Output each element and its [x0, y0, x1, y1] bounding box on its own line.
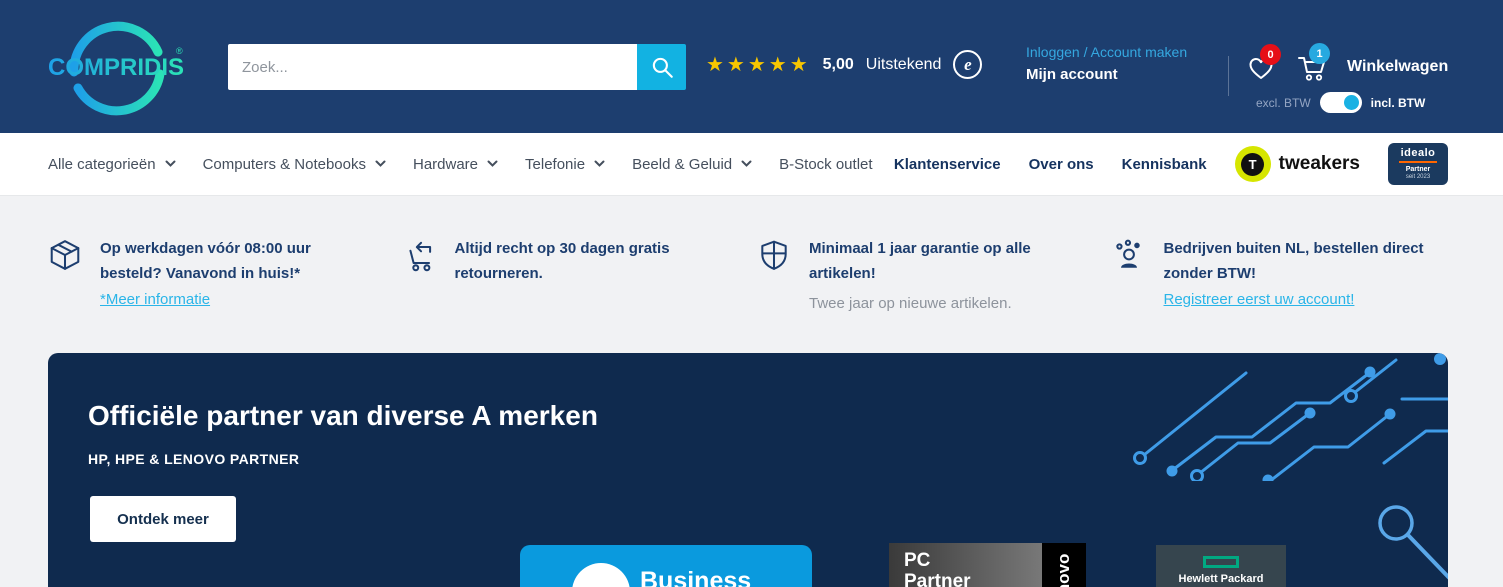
lenovo-pc-label: PC [904, 550, 1042, 571]
nav-link-kennisbank[interactable]: Kennisbank [1122, 156, 1207, 173]
nav-item-label: Alle categorieën [48, 156, 156, 173]
hp-icon [572, 563, 630, 587]
nav-item-label: Computers & Notebooks [203, 156, 366, 173]
business-users-icon [1112, 238, 1146, 272]
compridis-logo-image: COMPRIDIS ® [48, 12, 188, 120]
nav-item-beeld-geluid[interactable]: Beeld & Geluid [632, 156, 752, 173]
usp-bar: Op werkdagen vóór 08:00 uur besteld? Van… [48, 236, 1448, 316]
shield-icon [757, 238, 791, 272]
cart-label[interactable]: Winkelwagen [1347, 58, 1448, 76]
review-rating-widget[interactable]: ★★★★★ 5,00 Uitstekend e [706, 50, 982, 79]
header-divider [1228, 56, 1229, 96]
hero-subtitle: HP, HPE & LENOVO PARTNER [88, 451, 299, 467]
tweakers-icon: T [1235, 146, 1271, 182]
nav-link-klantenservice[interactable]: Klantenservice [894, 156, 1001, 173]
usp-returns: Altijd recht op 30 dagen gratis retourne… [403, 236, 740, 316]
search-icon [649, 54, 675, 80]
usp-returns-title: Altijd recht op 30 dagen gratis retourne… [455, 236, 717, 286]
hpe-green-rect-icon [1203, 556, 1239, 568]
nav-item-bstock-outlet[interactable]: B-Stock outlet [779, 156, 872, 173]
idealo-partner-badge[interactable]: idealo Partner seit 2023 [1388, 143, 1448, 185]
vat-toggle-knob [1344, 95, 1359, 110]
tweakers-ball-icon: T [1241, 153, 1264, 176]
rating-label: Uitstekend [866, 56, 942, 74]
nav-link-over-ons[interactable]: Over ons [1029, 156, 1094, 173]
chevron-down-icon [594, 160, 605, 168]
nav-item-label: Hardware [413, 156, 478, 173]
discover-more-button[interactable]: Ontdek meer [90, 496, 236, 542]
hp-business-partner-logo: Business [520, 545, 812, 587]
usp-warranty: Minimaal 1 jaar garantie op alle artikel… [757, 236, 1094, 316]
hero-banner: Officiële partner van diverse A merken H… [48, 353, 1448, 587]
search-bar [228, 44, 686, 90]
idealo-since-label: seit 2023 [1406, 174, 1430, 181]
site-header: COMPRIDIS ® ★★★★★ 5,00 Uitstekend e Inlo… [0, 0, 1503, 133]
nav-secondary: Klantenservice Over ons Kennisbank T twe… [894, 133, 1448, 195]
nav-item-label: Beeld & Geluid [632, 156, 732, 173]
logo-text: COMPRIDIS [48, 54, 184, 81]
usp-business-title: Bedrijven buiten NL, bestellen direct zo… [1164, 236, 1426, 286]
hpe-label: Hewlett Packard [1179, 573, 1264, 585]
magnifier-line-decoration [1376, 503, 1448, 587]
nav-item-hardware[interactable]: Hardware [413, 156, 498, 173]
lenovo-partner-label: Partner [904, 571, 1042, 587]
tweakers-label: tweakers [1279, 153, 1360, 175]
usp-delivery-title: Op werkdagen vóór 08:00 uur besteld? Van… [100, 236, 362, 286]
usp-delivery: Op werkdagen vóór 08:00 uur besteld? Van… [48, 236, 385, 316]
lenovo-wordmark: lenovo [1042, 543, 1086, 587]
idealo-partner-label: Partner [1406, 166, 1431, 174]
vat-excl-label: excl. BTW [1256, 96, 1311, 110]
chevron-down-icon [165, 160, 176, 168]
nav-item-label: B-Stock outlet [779, 156, 872, 173]
cart-count-badge: 1 [1309, 43, 1330, 64]
lenovo-vertical-text: lenovo [1054, 554, 1074, 587]
lenovo-pc-partner-logo: PC Partner lenovo [889, 543, 1086, 587]
chevron-down-icon [375, 160, 386, 168]
rating-score: 5,00 [823, 56, 854, 74]
nav-item-computers-notebooks[interactable]: Computers & Notebooks [203, 156, 386, 173]
chevron-down-icon [741, 160, 752, 168]
nav-item-alle-categorieen[interactable]: Alle categorieën [48, 156, 176, 173]
usp-warranty-title: Minimaal 1 jaar garantie op alle artikel… [809, 236, 1071, 286]
circuit-decoration [1118, 353, 1448, 481]
account-area: Inloggen / Account maken Mijn account [1026, 44, 1187, 84]
vat-incl-label: incl. BTW [1371, 96, 1426, 110]
compridis-logo[interactable]: COMPRIDIS ® [48, 12, 188, 125]
package-icon [48, 238, 82, 272]
tweakers-badge[interactable]: T tweakers [1235, 146, 1360, 182]
search-button[interactable] [637, 44, 686, 90]
idealo-orange-bar [1399, 161, 1437, 163]
hero-title: Officiële partner van diverse A merken [88, 400, 598, 432]
return-cart-icon [403, 238, 437, 272]
nav-menu: Alle categorieën Computers & Notebooks H… [48, 133, 873, 195]
hp-business-label: Business [640, 567, 751, 587]
vat-toggle-row: excl. BTW incl. BTW [1256, 92, 1425, 113]
hpe-logo: Hewlett Packard [1156, 545, 1286, 587]
usp-business: Bedrijven buiten NL, bestellen direct zo… [1112, 236, 1449, 316]
usp-delivery-more-info-link[interactable]: *Meer informatie [100, 291, 210, 308]
logo-registered-mark: ® [176, 46, 183, 56]
cart-button[interactable]: 1 [1295, 52, 1329, 87]
review-platform-icon: e [953, 50, 982, 79]
page: COMPRIDIS ® ★★★★★ 5,00 Uitstekend e Inlo… [0, 0, 1503, 587]
wishlist-count-badge: 0 [1260, 44, 1281, 65]
chevron-down-icon [487, 160, 498, 168]
main-nav: Alle categorieën Computers & Notebooks H… [0, 133, 1503, 196]
nav-item-telefonie[interactable]: Telefonie [525, 156, 605, 173]
login-link[interactable]: Inloggen / Account maken [1026, 44, 1187, 60]
usp-business-register-link[interactable]: Registreer eerst uw account! [1164, 291, 1355, 308]
usp-warranty-subtext: Twee jaar op nieuwe artikelen. [809, 291, 1071, 316]
search-input[interactable] [228, 44, 637, 90]
nav-item-label: Telefonie [525, 156, 585, 173]
vat-toggle[interactable] [1320, 92, 1362, 113]
wishlist-button[interactable]: 0 [1246, 53, 1276, 86]
star-rating-icon: ★★★★★ [706, 55, 811, 75]
idealo-brand: idealo [1401, 148, 1436, 159]
my-account-link[interactable]: Mijn account [1026, 66, 1118, 83]
